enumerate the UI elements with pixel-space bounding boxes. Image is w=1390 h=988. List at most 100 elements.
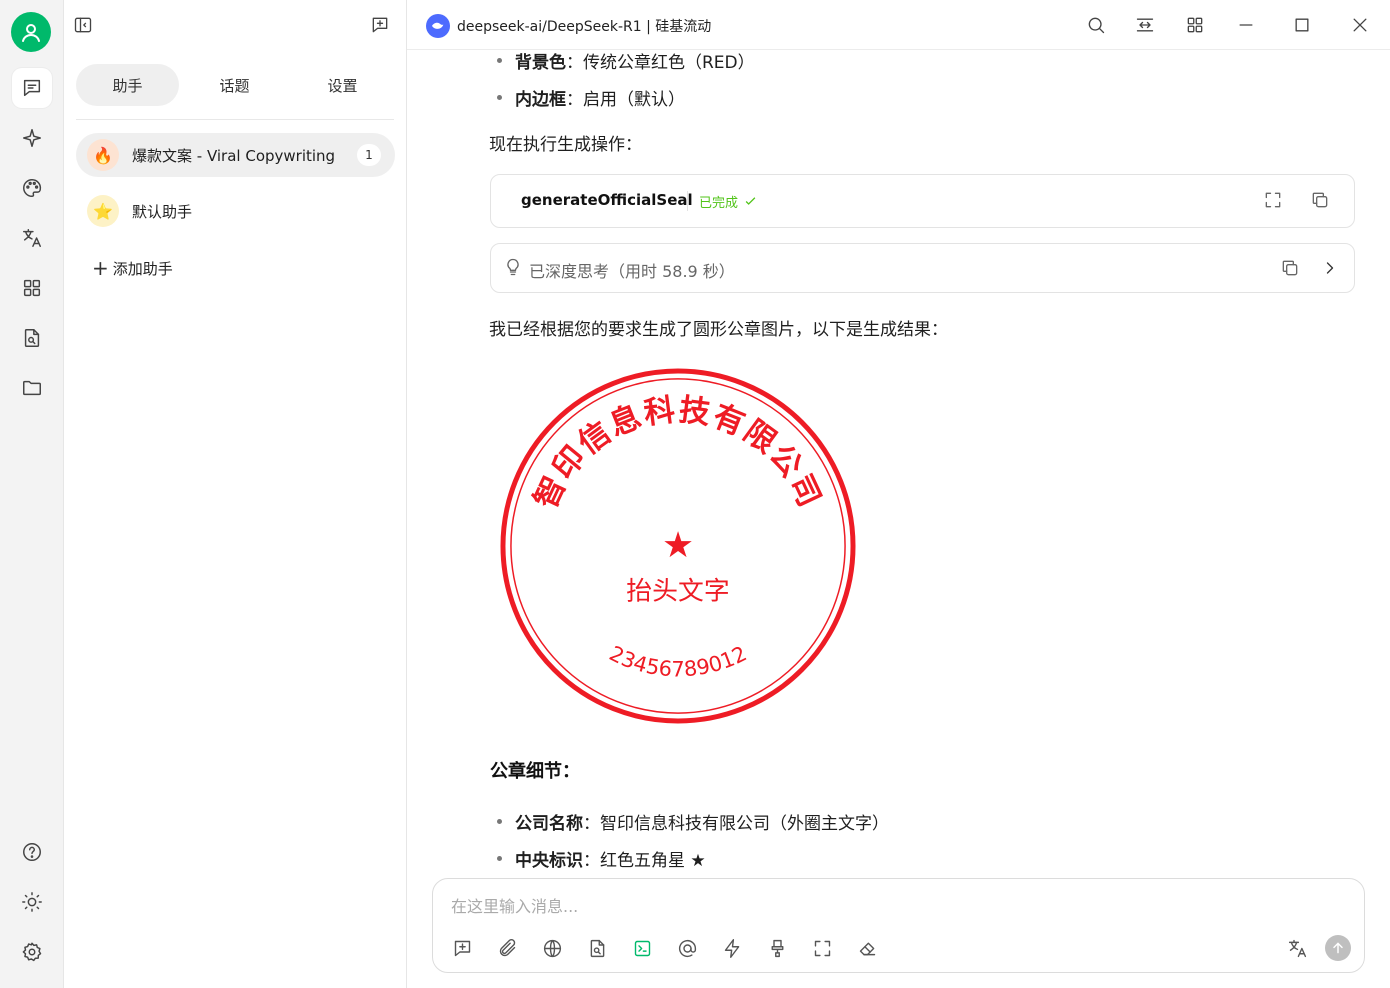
mcp-tools-button[interactable] xyxy=(630,936,654,960)
list-item: 公司名称 ：智印信息科技有限公司（外圈主文字） xyxy=(497,809,889,834)
tab-assistants[interactable]: 助手 xyxy=(76,64,179,106)
search-button[interactable] xyxy=(1084,13,1108,37)
file-search-icon xyxy=(590,939,604,957)
message-input[interactable] xyxy=(451,893,1331,919)
translate-nav-button[interactable] xyxy=(12,218,52,258)
add-assistant-label: 添加助手 xyxy=(112,259,173,278)
arrow-up-icon xyxy=(1333,942,1343,954)
clear-context-button[interactable] xyxy=(765,936,789,960)
divider xyxy=(687,191,688,211)
bullet-dot xyxy=(497,819,502,824)
icon-rail xyxy=(0,0,64,988)
paperclip-icon xyxy=(499,938,515,956)
seal-center-text: 抬头文字 xyxy=(626,577,729,607)
help-button[interactable] xyxy=(12,832,52,872)
lightning-icon xyxy=(724,938,739,958)
fullscreen-icon xyxy=(1265,192,1281,208)
apps-nav-button[interactable] xyxy=(12,268,52,308)
star-icon: ⭐ xyxy=(87,195,119,227)
minimize-icon xyxy=(1239,24,1253,26)
list-item-value: ：传统公章红色（RED） xyxy=(566,53,755,73)
tab-topics[interactable]: 话题 xyxy=(183,64,286,106)
list-item-value: ：红色五角星 ★ xyxy=(583,851,706,871)
translate-icon xyxy=(1288,939,1306,957)
assistant-item-viral-copywriting[interactable]: 🔥 爆款文案 - Viral Copywriting 1 xyxy=(76,133,395,177)
app-window: 助手 话题 设置 🔥 爆款文案 - Viral Copywriting 1 ⭐ … xyxy=(0,0,1390,988)
narrow-mode-button[interactable] xyxy=(1133,13,1157,37)
new-topic-button[interactable] xyxy=(368,13,392,37)
list-item-key: 内边框 xyxy=(515,90,566,110)
check-icon xyxy=(745,197,756,205)
lightbulb-icon xyxy=(507,258,519,276)
list-item-key: 背景色 xyxy=(515,53,566,73)
send-button[interactable] xyxy=(1325,935,1351,961)
tool-call-card: generateOfficialSeal 已完成 xyxy=(490,174,1355,228)
seal-image[interactable]: 智印信息科技有限公司 ★ 抬头文字 1234567890123 xyxy=(499,367,857,725)
expand-input-button[interactable] xyxy=(810,936,834,960)
thinking-card[interactable]: 已深度思考（用时 58.9 秒） xyxy=(490,243,1355,293)
web-search-button[interactable] xyxy=(540,936,564,960)
list-item-key: 公司名称 xyxy=(515,814,583,834)
seal-star-icon: ★ xyxy=(662,525,694,566)
message-input-box xyxy=(432,878,1365,973)
result-text: 我已经根据您的要求生成了圆形公章图片，以下是生成结果： xyxy=(489,320,948,340)
expand-tool-button[interactable] xyxy=(1263,190,1285,212)
assistant-name: 爆款文案 - Viral Copywriting xyxy=(132,146,336,165)
list-item: 背景色 ：传统公章红色（RED） xyxy=(497,51,755,73)
copy-icon xyxy=(1312,192,1328,208)
sparkle-icon xyxy=(23,129,41,147)
mention-model-button[interactable] xyxy=(675,936,699,960)
minimize-button[interactable] xyxy=(1234,13,1258,37)
tool-status-label: 已完成 xyxy=(699,196,739,211)
assistant-name: 默认助手 xyxy=(132,202,193,221)
at-icon xyxy=(678,939,696,957)
files-search-nav-button[interactable] xyxy=(12,318,52,358)
search-icon xyxy=(1088,17,1105,34)
copy-thinking-button[interactable] xyxy=(1280,258,1302,280)
copy-tool-button[interactable] xyxy=(1310,190,1332,212)
bullet-dot xyxy=(497,58,502,63)
fullscreen-icon xyxy=(814,940,830,956)
maximize-button[interactable] xyxy=(1290,13,1314,37)
list-item-value: ：智印信息科技有限公司（外圈主文字） xyxy=(583,814,889,834)
knowledge-base-button[interactable] xyxy=(585,936,609,960)
expand-thinking-button[interactable] xyxy=(1320,258,1342,280)
tool-status: 已完成 xyxy=(699,192,758,211)
user-avatar[interactable] xyxy=(11,12,51,52)
list-item-value: ：启用（默认） xyxy=(566,90,685,110)
theme-toggle-button[interactable] xyxy=(12,882,52,922)
translate-input-button[interactable] xyxy=(1285,936,1309,960)
chat-nav-button[interactable] xyxy=(12,68,52,108)
fire-icon: 🔥 xyxy=(87,139,119,171)
assistant-item-default[interactable]: ⭐ 默认助手 xyxy=(76,189,395,233)
details-heading: 公章细节： xyxy=(490,761,580,782)
new-topic-input-button[interactable] xyxy=(450,936,474,960)
close-button[interactable] xyxy=(1348,13,1372,37)
globe-icon xyxy=(543,939,561,957)
paint-nav-button[interactable] xyxy=(12,168,52,208)
attach-button[interactable] xyxy=(495,936,519,960)
close-icon xyxy=(1353,18,1367,32)
assistant-panel: 助手 话题 设置 🔥 爆款文案 - Viral Copywriting 1 ⭐ … xyxy=(64,0,407,988)
model-selector[interactable]: deepseek-ai/DeepSeek-R1 | 硅基流动 xyxy=(457,16,711,36)
gear-icon xyxy=(22,942,42,962)
expand-width-icon xyxy=(1136,18,1154,32)
collapse-sidebar-button[interactable] xyxy=(71,13,95,37)
new-chat-icon xyxy=(454,940,470,956)
agents-nav-button[interactable] xyxy=(12,118,52,158)
clear-input-button[interactable] xyxy=(855,936,879,960)
maximize-icon xyxy=(1295,18,1309,32)
tool-name: generateOfficialSeal xyxy=(521,191,693,209)
whale-icon xyxy=(432,22,444,29)
add-assistant-button[interactable]: + 添加助手 xyxy=(92,256,173,280)
bullet-dot xyxy=(497,856,502,861)
quick-phrases-button[interactable] xyxy=(720,936,744,960)
settings-button[interactable] xyxy=(12,932,52,972)
chevron-right-icon xyxy=(1326,262,1334,274)
help-icon xyxy=(23,843,41,861)
copy-icon xyxy=(1282,260,1298,276)
minapps-button[interactable] xyxy=(1183,13,1207,37)
folder-nav-button[interactable] xyxy=(12,368,52,408)
chat-titlebar: deepseek-ai/DeepSeek-R1 | 硅基流动 xyxy=(407,0,1390,50)
tab-settings[interactable]: 设置 xyxy=(291,64,394,106)
